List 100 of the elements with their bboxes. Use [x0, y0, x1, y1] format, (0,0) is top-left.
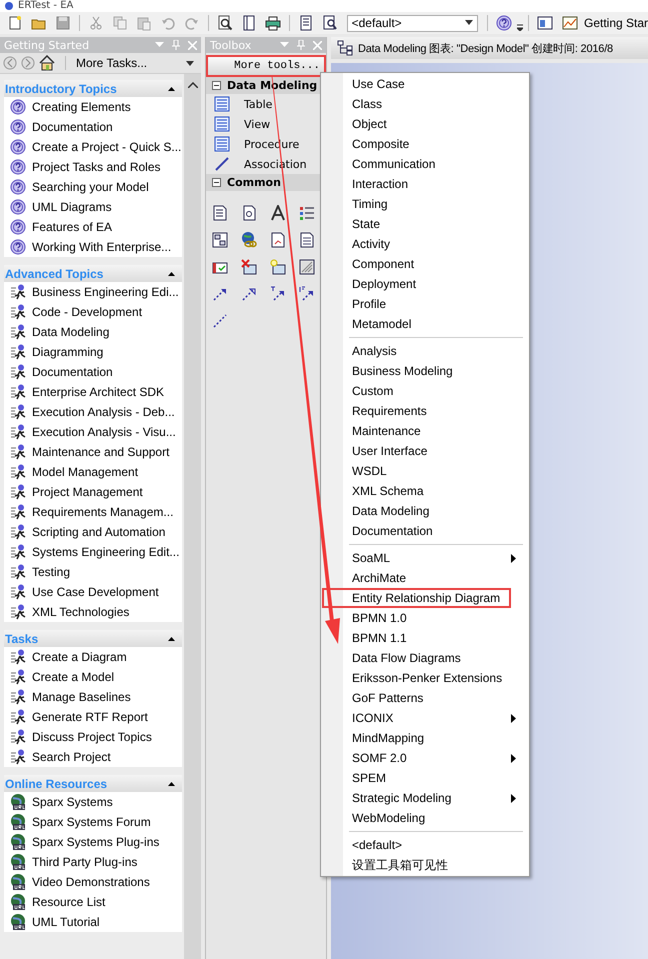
- topic-link[interactable]: Create a Model: [4, 667, 182, 687]
- window-layout-icon[interactable]: [537, 15, 553, 31]
- checklist-icon[interactable]: [299, 204, 315, 220]
- menu-item[interactable]: Component: [322, 254, 528, 274]
- topic-link[interactable]: Sparx Systems Plug-ins: [4, 832, 182, 852]
- menu-item[interactable]: MindMapping: [322, 728, 528, 748]
- menu-item[interactable]: 设置工具箱可见性: [322, 855, 528, 875]
- topic-link[interactable]: Working With Enterprise...: [4, 237, 182, 257]
- menu-item[interactable]: BPMN 1.1: [322, 628, 528, 648]
- topic-link[interactable]: Systems Engineering Edit...: [4, 542, 182, 562]
- topic-link[interactable]: Requirements Managem...: [4, 502, 182, 522]
- menu-item[interactable]: State: [322, 214, 528, 234]
- topic-link[interactable]: Sparx Systems: [4, 792, 182, 812]
- topic-link[interactable]: XML Technologies: [4, 602, 182, 622]
- topic-link[interactable]: Model Management: [4, 462, 182, 482]
- help-icon[interactable]: [496, 15, 512, 31]
- topic-link[interactable]: Execution Analysis - Deb...: [4, 402, 182, 422]
- menu-item[interactable]: XML Schema: [322, 481, 528, 501]
- topic-link[interactable]: Discuss Project Topics: [4, 727, 182, 747]
- dotted-arrow-icon[interactable]: [270, 286, 286, 302]
- topic-link[interactable]: Generate RTF Report: [4, 707, 182, 727]
- dotted-line-icon[interactable]: [212, 312, 228, 328]
- more-tools-button[interactable]: More tools...: [206, 55, 326, 77]
- menu-item[interactable]: ICONIX: [322, 708, 528, 728]
- topic-link[interactable]: Project Tasks and Roles: [4, 157, 182, 177]
- topic-link[interactable]: Video Demonstrations: [4, 872, 182, 892]
- scrollbar[interactable]: [184, 74, 201, 959]
- hatched-square-icon[interactable]: [299, 258, 315, 274]
- menu-item[interactable]: Business Modeling: [322, 361, 528, 381]
- menu-item[interactable]: GoF Patterns: [322, 688, 528, 708]
- topic-link[interactable]: Testing: [4, 562, 182, 582]
- menu-item[interactable]: Maintenance: [322, 421, 528, 441]
- topic-link[interactable]: Documentation: [4, 117, 182, 137]
- menu-item[interactable]: WebModeling: [322, 808, 528, 828]
- globe-link-icon[interactable]: [241, 232, 257, 248]
- topic-link[interactable]: Resource List: [4, 892, 182, 912]
- topic-link[interactable]: Manage Baselines: [4, 687, 182, 707]
- topic-link[interactable]: Searching your Model: [4, 177, 182, 197]
- dropdown-arrow-icon[interactable]: [465, 20, 474, 26]
- menu-item[interactable]: SPEM: [322, 768, 528, 788]
- diagram-frame-icon[interactable]: [212, 232, 228, 248]
- topic-link[interactable]: Use Case Development: [4, 582, 182, 602]
- topic-link[interactable]: Features of EA: [4, 217, 182, 237]
- menu-item[interactable]: Activity: [322, 234, 528, 254]
- menu-item[interactable]: Eriksson-Penker Extensions: [322, 668, 528, 688]
- forward-icon[interactable]: [21, 56, 35, 70]
- menu-item[interactable]: SOMF 2.0: [322, 748, 528, 768]
- list-document-icon[interactable]: [298, 15, 314, 31]
- topic-link[interactable]: Data Modeling: [4, 322, 182, 342]
- topic-link[interactable]: UML Tutorial: [4, 912, 182, 932]
- dotted-arrow-icon[interactable]: [241, 286, 257, 302]
- getting-started-button[interactable]: Getting Star: [558, 15, 648, 31]
- document-chart-icon[interactable]: [270, 232, 286, 248]
- menu-item[interactable]: Entity Relationship Diagram: [322, 588, 511, 608]
- page-icon[interactable]: [299, 232, 315, 248]
- menu-item[interactable]: Requirements: [322, 401, 528, 421]
- menu-item[interactable]: Timing: [322, 194, 528, 214]
- print-icon[interactable]: [264, 15, 281, 31]
- note-icon[interactable]: [212, 204, 228, 220]
- dotted-arrow-icon[interactable]: [299, 286, 315, 302]
- save-icon[interactable]: [55, 15, 71, 31]
- home-icon[interactable]: [39, 55, 55, 71]
- menu-item[interactable]: Data Flow Diagrams: [322, 648, 528, 668]
- topic-link[interactable]: Code - Development: [4, 302, 182, 322]
- menu-item[interactable]: BPMN 1.0: [322, 608, 528, 628]
- topic-link[interactable]: Create a Diagram: [4, 647, 182, 667]
- topic-link[interactable]: Documentation: [4, 362, 182, 382]
- page-icon[interactable]: [240, 15, 257, 31]
- star-folder-icon[interactable]: [270, 258, 286, 274]
- new-document-icon[interactable]: [7, 15, 23, 31]
- topic-link[interactable]: Maintenance and Support: [4, 442, 182, 462]
- topic-link[interactable]: Sparx Systems Forum: [4, 812, 182, 832]
- topic-link[interactable]: Create a Project - Quick S...: [4, 137, 182, 157]
- menu-item[interactable]: WSDL: [322, 461, 528, 481]
- menu-item[interactable]: Data Modeling: [322, 501, 528, 521]
- menu-item[interactable]: <default>: [322, 835, 528, 855]
- topic-link[interactable]: Third Party Plug-ins: [4, 852, 182, 872]
- scroll-up-icon[interactable]: [188, 82, 198, 88]
- find-document-icon[interactable]: [322, 15, 338, 31]
- topic-link[interactable]: Execution Analysis - Visu...: [4, 422, 182, 442]
- menu-item[interactable]: Deployment: [322, 274, 528, 294]
- menu-item[interactable]: Metamodel: [322, 314, 528, 334]
- back-icon[interactable]: [3, 56, 17, 70]
- menu-item[interactable]: ArchiMate: [322, 568, 528, 588]
- menu-item[interactable]: Documentation: [322, 521, 528, 541]
- diagram-tab[interactable]: Data Modeling 图表: "Design Model" 创建时间: 2016/8: [331, 37, 648, 59]
- menu-item[interactable]: Composite: [322, 134, 528, 154]
- menu-item[interactable]: Profile: [322, 294, 528, 314]
- menu-item[interactable]: Communication: [322, 154, 528, 174]
- topic-link[interactable]: Scripting and Automation: [4, 522, 182, 542]
- menu-item[interactable]: Analysis: [322, 341, 528, 361]
- cross-icon[interactable]: [241, 258, 257, 274]
- topic-link[interactable]: Diagramming: [4, 342, 182, 362]
- topic-link[interactable]: Creating Elements: [4, 97, 182, 117]
- menu-item[interactable]: User Interface: [322, 441, 528, 461]
- menu-item[interactable]: Custom: [322, 381, 528, 401]
- topic-link[interactable]: Business Engineering Edi...: [4, 282, 182, 302]
- topic-link[interactable]: Search Project: [4, 747, 182, 767]
- magnifier-document-icon[interactable]: [216, 15, 233, 31]
- profile-combo[interactable]: <default>: [346, 14, 478, 32]
